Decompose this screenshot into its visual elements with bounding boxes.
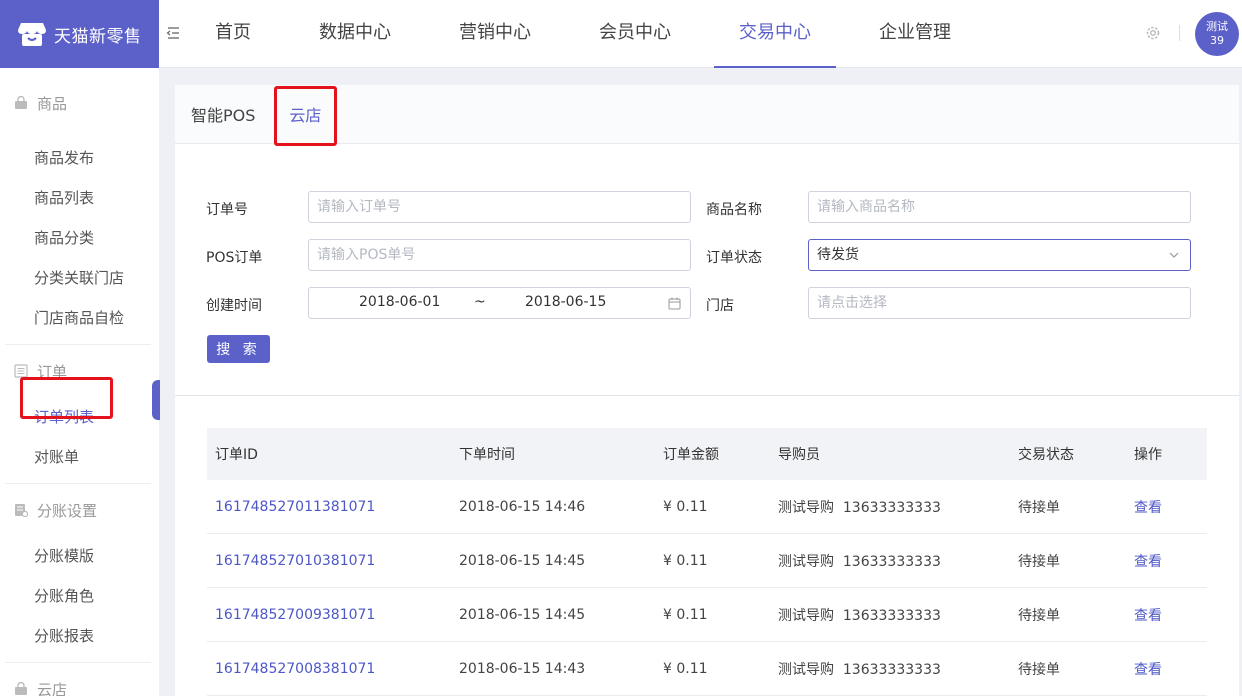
active-indicator [152,380,160,420]
user-avatar[interactable]: 测试 39 [1195,12,1239,56]
date-range-picker[interactable]: 2018-06-01 ~ 2018-06-15 [308,287,691,319]
order-guide: 测试导购 13633333333 [778,661,941,678]
highlight-box-order-list [20,377,113,419]
list-icon [14,364,28,378]
sidebar-group-label: 商品 [37,94,68,113]
col-status: 交易状态 [1018,447,1074,463]
nav-trade-center[interactable]: 交易中心 [714,0,836,68]
chevron-down-icon [1169,252,1179,258]
order-no-input[interactable] [308,191,691,223]
product-name-label: 商品名称 [706,202,762,218]
avatar-name: 测试 [1206,20,1228,33]
table-header: 订单ID 下单时间 订单金额 导购员 交易状态 操作 [207,428,1207,480]
nav-marketing-center[interactable]: 营销中心 [434,0,556,68]
order-status: 待接单 [1018,661,1060,678]
pos-order-label: POS订单 [206,250,263,266]
sidebar-item-product-publish[interactable]: 商品发布 [0,138,159,178]
order-time: 2018-06-15 14:46 [459,498,586,515]
order-status-select[interactable]: 待发货 [808,239,1191,271]
calendar-icon [668,297,681,310]
tab-smart-pos[interactable]: 智能POS [191,102,255,126]
section-divider [175,395,1239,396]
order-id-link[interactable]: 161748527010381071 [207,553,459,569]
date-start: 2018-06-01 [359,294,441,310]
order-guide: 测试导购 13633333333 [778,607,941,624]
sidebar-group-label: 分账设置 [37,501,98,520]
order-time: 2018-06-15 14:43 [459,660,586,677]
bag-icon [15,682,27,695]
order-status-value: 待发货 [817,247,859,263]
main-panel: 智能POS 云店 订单号 商品名称 POS订单 订单状态 待发货 创建时间 20… [175,85,1239,696]
sidebar-group-label: 云店 [37,680,68,696]
order-id-link[interactable]: 161748527011381071 [207,499,459,515]
col-guide: 导购员 [778,447,820,463]
sidebar-item-store-product-check[interactable]: 门店商品自检 [0,298,159,338]
order-status: 待接单 [1018,553,1060,570]
col-action: 操作 [1134,447,1162,463]
product-name-input[interactable] [808,191,1191,223]
store-label: 门店 [706,298,734,314]
view-link[interactable]: 查看 [1134,605,1204,625]
gear-icon[interactable] [1144,24,1162,42]
col-amount: 订单金额 [663,447,719,463]
order-status: 待接单 [1018,607,1060,624]
order-amount: ¥ 0.11 [663,498,708,515]
sidebar-item-split-template[interactable]: 分账模版 [0,536,159,576]
highlight-box-cloud-store-tab [274,86,337,146]
top-bar: 天猫新零售 首页 数据中心 营销中心 会员中心 交易中心 企业管理 测试 39 [0,0,1242,68]
sidebar-item-product-category[interactable]: 商品分类 [0,218,159,258]
divider [1179,25,1180,41]
sidebar-item-split-role[interactable]: 分账角色 [0,576,159,616]
order-status: 待接单 [1018,499,1060,516]
menu-collapse-icon[interactable] [166,25,180,41]
sidebar-group-products[interactable]: 商品 [0,68,159,138]
view-link[interactable]: 查看 [1134,659,1204,679]
sidebar-item-statement[interactable]: 对账单 [0,437,159,477]
app-title: 天猫新零售 [54,26,142,47]
app-logo[interactable]: 天猫新零售 [0,0,159,68]
pos-order-input[interactable] [308,239,691,271]
table-row: 161748527010381071 2018-06-15 14:45 ¥ 0.… [207,534,1207,588]
main-nav: 首页 数据中心 营销中心 会员中心 交易中心 企业管理 [190,0,994,68]
nav-enterprise-management[interactable]: 企业管理 [854,0,976,68]
created-time-label: 创建时间 [206,298,262,314]
search-button[interactable]: 搜 索 [207,335,270,363]
table-row: 161748527011381071 2018-06-15 14:46 ¥ 0.… [207,480,1207,534]
view-link[interactable]: 查看 [1134,497,1204,517]
sidebar-item-product-list[interactable]: 商品列表 [0,178,159,218]
order-id-link[interactable]: 161748527009381071 [207,607,459,623]
nav-data-center[interactable]: 数据中心 [294,0,416,68]
order-amount: ¥ 0.11 [663,552,708,569]
order-amount: ¥ 0.11 [663,660,708,677]
sidebar-group-cloud-store[interactable]: 云店 [0,663,159,696]
avatar-number: 39 [1210,34,1224,47]
date-separator: ~ [474,294,486,310]
order-time: 2018-06-15 14:45 [459,606,586,623]
store-icon [18,23,46,46]
date-end: 2018-06-15 [525,294,607,310]
order-status-label: 订单状态 [706,250,762,266]
col-order-time: 下单时间 [459,447,515,463]
ledger-icon [15,504,28,517]
table-row: 161748527009381071 2018-06-15 14:45 ¥ 0.… [207,588,1207,642]
nav-member-center[interactable]: 会员中心 [574,0,696,68]
order-time: 2018-06-15 14:45 [459,552,586,569]
view-link[interactable]: 查看 [1134,551,1204,571]
sidebar-group-split-settings[interactable]: 分账设置 [0,484,159,536]
col-order-id: 订单ID [215,447,258,463]
order-id-link[interactable]: 161748527008381071 [207,661,459,677]
sidebar-item-category-store[interactable]: 分类关联门店 [0,258,159,298]
bag-icon [15,96,27,109]
store-input[interactable] [808,287,1191,319]
order-amount: ¥ 0.11 [663,606,708,623]
order-table: 订单ID 下单时间 订单金额 导购员 交易状态 操作 1617485270113… [207,428,1207,696]
sidebar-item-split-report[interactable]: 分账报表 [0,616,159,656]
table-row: 161748527008381071 2018-06-15 14:43 ¥ 0.… [207,642,1207,696]
order-guide: 测试导购 13633333333 [778,499,941,516]
order-no-label: 订单号 [206,202,248,218]
order-guide: 测试导购 13633333333 [778,553,941,570]
nav-home[interactable]: 首页 [190,0,276,68]
